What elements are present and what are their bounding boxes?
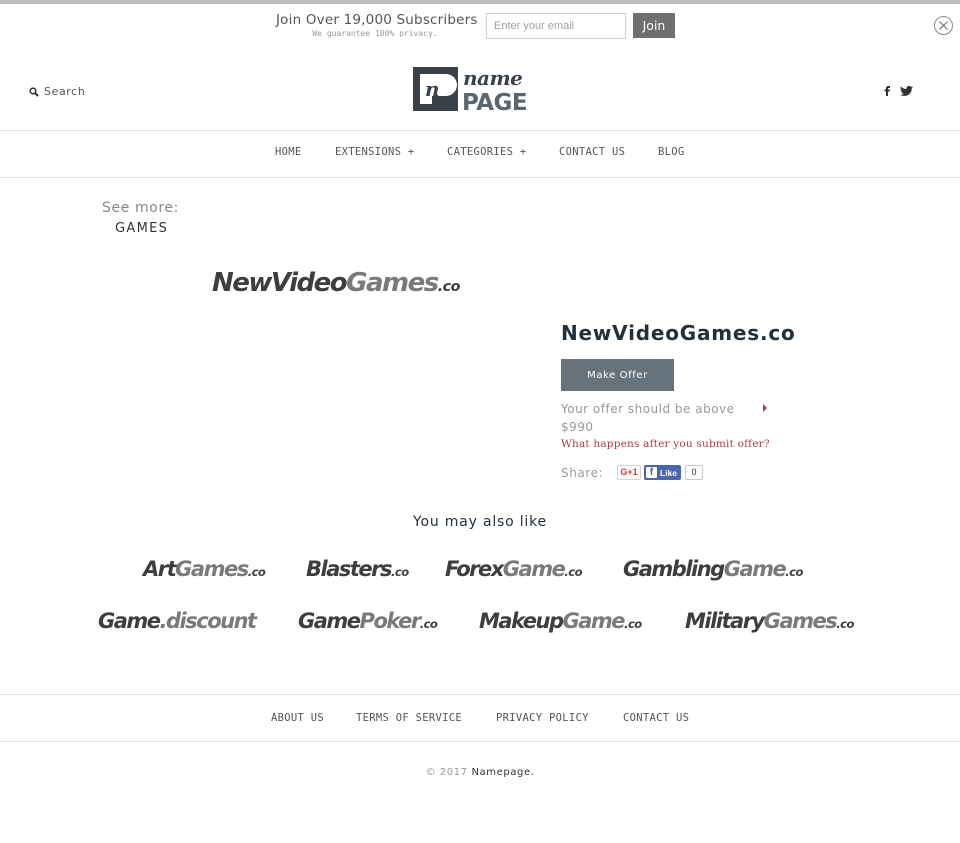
svg-text:PAGE: PAGE xyxy=(462,90,527,112)
rec-part-a: Game xyxy=(298,609,361,633)
subscribe-bar: Join Over 19,000 Subscribers We guarante… xyxy=(0,12,960,42)
svg-text:n: n xyxy=(425,77,440,101)
top-border xyxy=(0,0,960,4)
recommendations-heading: You may also like xyxy=(413,514,547,530)
facebook-icon: f xyxy=(646,467,657,478)
rec-part-a: Blasters xyxy=(306,557,393,581)
footer-terms-of-service[interactable]: TERMS OF SERVICE xyxy=(356,712,462,724)
caret-right-icon[interactable] xyxy=(763,404,767,412)
twitter-icon[interactable] xyxy=(900,86,913,96)
rec-part-a: Military xyxy=(685,609,765,633)
domain-logo-tld: .co xyxy=(437,279,461,295)
copyright-prefix: © 2017 xyxy=(425,767,468,778)
domain-logo-part-a: NewVideo xyxy=(212,268,348,298)
nav-categories[interactable]: CATEGORIES + xyxy=(447,146,526,158)
subscribe-title: Join Over 19,000 Subscribers xyxy=(276,12,478,28)
recommended-domain[interactable]: GamePoker.co xyxy=(298,609,438,633)
make-offer-button[interactable]: Make Offer xyxy=(561,359,674,391)
subscribe-join-button[interactable]: Join xyxy=(633,13,675,38)
main-nav: HOME EXTENSIONS + CATEGORIES + CONTACT U… xyxy=(0,146,960,162)
recommended-domain[interactable]: MilitaryGames.co xyxy=(685,611,854,632)
nav-blog[interactable]: BLOG xyxy=(658,146,685,158)
nav-home[interactable]: HOME xyxy=(275,146,302,158)
nav-contact-us[interactable]: CONTACT US xyxy=(559,146,625,158)
rec-part-a: Game xyxy=(98,609,161,633)
rec-part-a: Art xyxy=(143,557,177,581)
offer-minimum-hint: Your offer should be above $990 xyxy=(561,402,735,434)
rec-part-b: Game xyxy=(502,557,566,581)
nav-divider xyxy=(0,177,960,178)
subscribe-privacy-note: We guarantee 100% privacy. xyxy=(312,29,438,38)
facebook-like-button[interactable]: f Like xyxy=(644,465,681,480)
namepage-logo-mark: n name PAGE xyxy=(413,66,528,116)
footer-bottom-divider xyxy=(0,741,960,742)
rec-tld: .co xyxy=(836,617,854,631)
recommended-domain[interactable]: MakeupGame.co xyxy=(479,611,642,632)
search-button[interactable]: Search xyxy=(29,85,85,98)
footer-top-divider xyxy=(0,694,960,695)
domain-logo: NewVideoGames.co xyxy=(212,270,460,296)
recommended-domain[interactable]: Game.discount xyxy=(98,609,258,633)
facebook-like-label: Like xyxy=(660,467,678,478)
share-label: Share: xyxy=(561,466,604,480)
footer-contact-us[interactable]: CONTACT US xyxy=(623,712,689,724)
nav-extensions[interactable]: EXTENSIONS + xyxy=(335,146,414,158)
google-plus-button[interactable]: G+1 xyxy=(617,465,641,480)
rec-part-a: Forex xyxy=(445,557,504,581)
what-happens-link[interactable]: What happens after you submit offer? xyxy=(561,438,770,450)
svg-text:name: name xyxy=(463,66,522,90)
copyright-brand-link[interactable]: Namepage. xyxy=(471,767,534,778)
social-links xyxy=(884,86,913,96)
see-more-category-link[interactable]: GAMES xyxy=(115,221,168,236)
rec-tld: .co xyxy=(247,565,266,579)
rec-part-b: Game xyxy=(562,609,626,633)
see-more-label: See more: xyxy=(102,200,179,216)
footer-privacy-policy[interactable]: PRIVACY POLICY xyxy=(496,712,589,724)
facebook-like-count: 0 xyxy=(685,465,703,480)
footer-about-us[interactable]: ABOUT US xyxy=(271,712,324,724)
rec-part-b: .discount xyxy=(159,609,258,633)
recommended-domain[interactable]: GamblingGame.co xyxy=(623,559,803,580)
rec-part-b: Game xyxy=(723,557,787,581)
search-label: Search xyxy=(44,85,86,98)
rec-tld: .co xyxy=(785,565,803,579)
rec-tld: .co xyxy=(391,565,409,579)
copyright: © 2017 Namepage. xyxy=(0,767,960,778)
domain-name-heading: NewVideoGames.co xyxy=(561,321,796,345)
domain-logo-part-b: Games xyxy=(346,268,439,298)
facebook-icon[interactable] xyxy=(884,86,890,96)
subscribe-email-input[interactable] xyxy=(486,13,626,39)
rec-part-b: Poker xyxy=(359,609,422,633)
recommended-domain[interactable]: Blasters.co xyxy=(306,559,409,580)
subscribe-text: Join Over 19,000 Subscribers We guarante… xyxy=(276,12,478,39)
close-subscribe-button[interactable] xyxy=(934,16,953,35)
rec-part-a: Makeup xyxy=(479,609,564,633)
recommended-domain[interactable]: ArtGames.co xyxy=(143,557,266,581)
rec-part-b: Games xyxy=(763,609,838,633)
rec-part-a: Gambling xyxy=(623,557,725,581)
rec-tld: .co xyxy=(419,617,438,631)
close-icon xyxy=(939,21,948,30)
rec-part-b: Games xyxy=(175,557,249,581)
rec-tld: .co xyxy=(624,617,642,631)
namepage-logo[interactable]: n name PAGE xyxy=(412,66,548,116)
rec-tld: .co xyxy=(564,565,583,579)
recommended-domain[interactable]: ForexGame.co xyxy=(445,557,583,581)
search-icon xyxy=(29,86,39,97)
header-divider xyxy=(0,130,960,131)
footer-nav: ABOUT US TERMS OF SERVICE PRIVACY POLICY… xyxy=(0,712,960,726)
